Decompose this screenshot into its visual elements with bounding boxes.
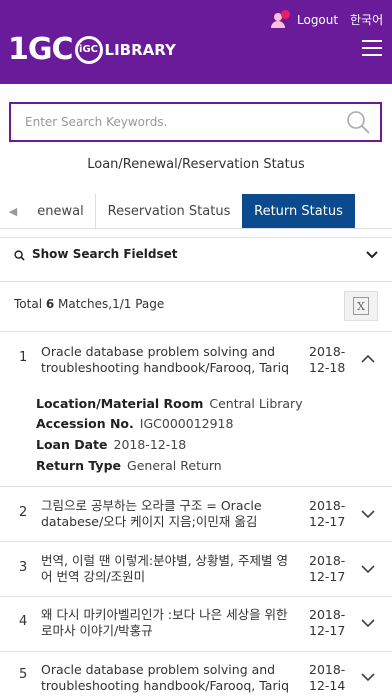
item-title[interactable]: 그림으로 공부하는 오라클 구조 = Oracle databese/오다 케이… xyxy=(41,498,297,530)
detail-value: 2018-12-18 xyxy=(113,437,187,452)
detail-value: IGC000012918 xyxy=(139,416,234,431)
library-logo[interactable]: 1GC iGC LIBRARY xyxy=(8,32,176,67)
chevron-down-icon[interactable] xyxy=(361,509,375,519)
list-item[interactable]: 4 왜 다시 마키아벨리인가 :보다 나은 세상을 위한 로마사 이야기/박홍규… xyxy=(0,605,392,649)
list-item[interactable]: 2 그림으로 공부하는 오라클 구조 = Oracle databese/오다 … xyxy=(0,496,392,540)
divider xyxy=(0,331,392,332)
results-summary: Total 6 Matches,1/1 Page xyxy=(14,297,164,311)
page-title: Loan/Renewal/Reservation Status xyxy=(87,157,305,172)
logout-link[interactable]: Logout xyxy=(271,10,338,29)
logo-mark: iGC xyxy=(74,35,103,64)
item-date-line: 2018- xyxy=(309,662,346,677)
results-suffix: Matches,1/1 Page xyxy=(54,297,165,311)
item-number: 4 xyxy=(19,614,28,629)
chevron-down-icon[interactable] xyxy=(361,618,375,628)
detail-key: Return Type xyxy=(36,458,122,473)
item-date-line: 12-17 xyxy=(309,514,346,529)
item-date: 2018- 12-18 xyxy=(309,344,349,376)
item-date: 2018- 12-17 xyxy=(309,498,349,530)
search-icon[interactable] xyxy=(346,110,370,134)
excel-icon: X xyxy=(353,297,369,315)
item-title[interactable]: Oracle database problem solving and trou… xyxy=(41,344,297,376)
language-toggle[interactable]: 한국어 xyxy=(350,11,383,28)
item-date-line: 12-17 xyxy=(309,623,346,638)
divider xyxy=(0,596,392,597)
item-number: 2 xyxy=(19,505,28,520)
item-date-line: 12-17 xyxy=(309,569,346,584)
tab-reservation-status[interactable]: Reservation Status xyxy=(95,194,242,228)
item-date-line: 12-18 xyxy=(309,360,346,375)
search-input[interactable] xyxy=(11,104,331,140)
divider xyxy=(0,486,392,487)
search-fieldset-toggle[interactable]: Show Search Fieldset xyxy=(0,238,392,272)
divider xyxy=(0,541,392,542)
item-title[interactable]: 왜 다시 마키아벨리인가 :보다 나은 세상을 위한 로마사 이야기/박홍규 xyxy=(41,607,297,639)
status-tabs: ◀ enewal Reservation Status Return Statu… xyxy=(0,194,392,229)
chevron-up-icon[interactable] xyxy=(361,354,375,364)
excel-export-button[interactable]: X xyxy=(344,291,378,321)
detail-accession: Accession No. IGC000012918 xyxy=(36,416,233,431)
search-box xyxy=(9,102,382,142)
item-date-line: 2018- xyxy=(309,498,346,513)
detail-key: Accession No. xyxy=(36,416,134,431)
tab-return-status[interactable]: Return Status xyxy=(242,194,355,228)
fieldset-toggle-label: Show Search Fieldset xyxy=(32,247,178,261)
chevron-down-icon[interactable] xyxy=(361,564,375,574)
hamburger-menu-icon[interactable] xyxy=(362,40,382,57)
chevron-down-icon xyxy=(366,251,378,259)
detail-value: Central Library xyxy=(209,396,303,411)
detail-key: Loan Date xyxy=(36,437,108,452)
item-date-line: 2018- xyxy=(309,607,346,622)
logo-prefix: 1GC xyxy=(8,32,74,67)
user-icon xyxy=(271,10,291,29)
logout-label[interactable]: Logout xyxy=(297,13,338,27)
chevron-down-icon[interactable] xyxy=(361,672,375,682)
detail-value: General Return xyxy=(127,458,222,473)
item-date: 2018- 12-17 xyxy=(309,607,349,639)
item-number: 1 xyxy=(19,350,28,365)
list-item[interactable]: 1 Oracle database problem solving and tr… xyxy=(0,342,392,388)
item-title[interactable]: Oracle database problem solving and trou… xyxy=(41,662,297,694)
divider xyxy=(0,281,392,282)
item-number: 5 xyxy=(19,667,28,682)
item-date: 2018- 12-17 xyxy=(309,553,349,585)
list-item[interactable]: 3 번역, 이럴 땐 이렇게:분야별, 상황별, 주제별 영어 번역 강의/조원… xyxy=(0,551,392,595)
tab-scroll-left-icon[interactable]: ◀ xyxy=(0,194,26,228)
results-prefix: Total xyxy=(14,297,46,311)
detail-location: Location/Material Room Central Library xyxy=(36,396,303,411)
detail-key: Location/Material Room xyxy=(36,396,204,411)
app-header: Logout 한국어 1GC iGC LIBRARY xyxy=(0,0,392,84)
tab-renewal[interactable]: enewal xyxy=(26,194,95,228)
detail-loan-date: Loan Date 2018-12-18 xyxy=(36,437,186,452)
item-date-line: 2018- xyxy=(309,344,346,359)
item-date: 2018- 12-14 xyxy=(309,662,349,694)
item-title[interactable]: 번역, 이럴 땐 이렇게:분야별, 상황별, 주제별 영어 번역 강의/조원미 xyxy=(41,553,297,585)
item-date-line: 12-14 xyxy=(309,678,346,693)
logo-suffix: LIBRARY xyxy=(104,40,176,59)
search-icon xyxy=(14,250,25,261)
item-number: 3 xyxy=(19,560,28,575)
item-date-line: 2018- xyxy=(309,553,346,568)
list-item[interactable]: 5 Oracle database problem solving and tr… xyxy=(0,660,392,696)
detail-return-type: Return Type General Return xyxy=(36,458,222,473)
divider xyxy=(0,651,392,652)
results-count: 6 xyxy=(45,297,55,311)
